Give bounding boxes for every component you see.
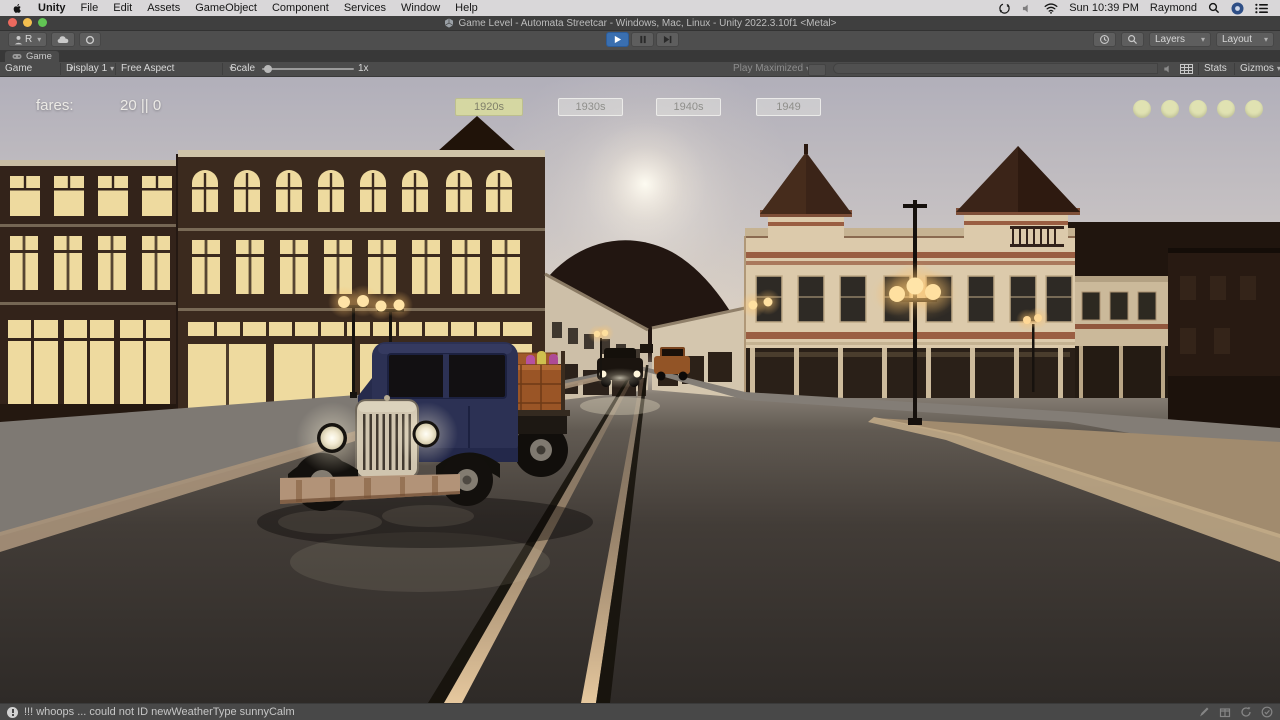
window-title-bar: Game Level - Automata Streetcar - Window… [0,16,1280,31]
game-viewport[interactable]: fares: 20 || 0 1920s 1930s 1940s 1949 [0,76,1280,703]
cloud-button[interactable] [51,32,75,47]
unity-toolbar: R [0,30,1280,51]
gizmos-dropdown[interactable]: Gizmos [1240,62,1280,75]
status-message[interactable]: !!! whoops ... could not ID newWeatherTy… [24,706,295,718]
scale-slider-knob[interactable] [264,65,272,73]
undo-history-button[interactable] [1093,32,1116,47]
apple-icon[interactable] [12,2,23,15]
era-token [1133,100,1151,118]
person-icon [14,35,23,45]
unity-editor-window: Unity File Edit Assets GameObject Compon… [0,0,1280,720]
grid-stats-button[interactable] [1180,62,1193,75]
step-button[interactable] [656,32,679,47]
era-token [1217,100,1235,118]
display-label: Display 1 [66,63,107,74]
chevron-down-icon [1261,34,1268,45]
stats-label: Stats [1204,63,1227,74]
gizmos-label: Gizmos [1240,63,1274,74]
chevron-down-icon [1274,63,1280,74]
console-message-icon[interactable] [7,707,18,718]
era-button-1940s[interactable]: 1940s [656,98,721,116]
sync-icon[interactable] [998,2,1011,15]
menu-edit[interactable]: Edit [113,2,132,14]
layers-label: Layers [1155,34,1185,45]
control-center-icon[interactable] [1231,2,1244,15]
list-icon[interactable] [1255,3,1268,14]
layers-dropdown[interactable]: Layers [1149,32,1211,47]
pause-button[interactable] [631,32,654,47]
aspect-dropdown[interactable]: Free Aspect [121,62,233,75]
era-token [1245,100,1263,118]
capture-button[interactable] [808,64,826,76]
refresh-icon[interactable] [1240,706,1252,718]
menu-unity[interactable]: Unity [38,2,66,14]
menubar-clock[interactable]: Sun 10:39 PM [1069,2,1139,14]
search-button[interactable] [1121,32,1144,47]
scale-slider[interactable] [262,62,354,75]
menu-component[interactable]: Component [272,2,329,14]
status-bar: !!! whoops ... could not ID newWeatherTy… [0,703,1280,720]
account-initial: R [25,34,32,45]
display-dropdown[interactable]: Display 1 [66,62,114,75]
game-hud: fares: 20 || 0 1920s 1930s 1940s 1949 [0,76,1280,703]
game-view-menu-dropdown[interactable]: Game [5,62,73,75]
ring-icon [85,35,95,45]
scale-slider-track[interactable] [262,68,354,70]
stats-button[interactable]: Stats [1204,62,1227,75]
window-title: Game Level - Automata Streetcar - Window… [459,18,837,29]
menu-window[interactable]: Window [401,2,440,14]
chevron-down-icon [1198,34,1205,45]
chevron-down-icon [107,63,114,74]
fares-value: 20 || 0 [120,97,161,114]
era-button-1949[interactable]: 1949 [756,98,821,116]
menu-file[interactable]: File [81,2,99,14]
gamepad-icon [12,53,22,60]
volume-icon[interactable] [1022,3,1033,14]
menubar-user[interactable]: Raymond [1150,2,1197,14]
macos-menu-bar: Unity File Edit Assets GameObject Compon… [0,0,1280,16]
menu-help[interactable]: Help [455,2,478,14]
era-token [1189,100,1207,118]
fares-label: fares: [36,97,74,114]
play-maximized-dropdown[interactable]: Play Maximized [733,62,810,75]
chevron-down-icon [34,34,41,45]
era-button-1920s[interactable]: 1920s [455,98,523,116]
play-button[interactable] [606,32,629,47]
search-icon[interactable] [1208,2,1220,14]
mute-audio-button[interactable] [1163,62,1174,75]
menu-assets[interactable]: Assets [147,2,180,14]
play-maximized-label: Play Maximized [733,63,803,74]
game-view-toolbar: Game Display 1 Free Aspect Scale 1x Play… [0,62,1280,77]
tab-game-label: Game [26,51,52,62]
tab-game[interactable]: Game [5,51,59,62]
unity-logo-icon [444,18,454,28]
layout-dropdown[interactable]: Layout [1216,32,1274,47]
aspect-label: Free Aspect [121,63,174,74]
game-view-menu-label: Game [5,63,32,74]
layout-label: Layout [1222,34,1252,45]
era-button-1930s[interactable]: 1930s [558,98,623,116]
cloud-icon [57,35,69,44]
package-icon[interactable] [1219,706,1231,718]
pen-icon[interactable] [1198,706,1210,718]
account-button[interactable]: R [8,32,47,47]
scale-label: Scale [230,62,255,75]
check-circle-icon[interactable] [1261,706,1273,718]
toolbar-groove [833,63,1158,74]
menu-gameobject[interactable]: GameObject [195,2,257,14]
version-control-button[interactable] [79,32,101,47]
scale-value: 1x [358,62,369,75]
wifi-icon[interactable] [1044,3,1058,14]
era-token [1161,100,1179,118]
menu-services[interactable]: Services [344,2,386,14]
game-tab-strip: Game [0,50,1280,62]
